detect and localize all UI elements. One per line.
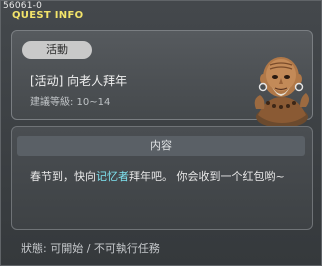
quest-summary-panel: 活動 [活动] 向老人拜年 建議等級: 10~14 [11, 30, 313, 128]
quest-content-panel: 内容 春节到，快向记忆者拜年吧。 你会收到一个红包哟~ [11, 126, 313, 230]
quest-status: 狀態: 可開始 / 不可執行任務 [21, 242, 160, 255]
quest-info-window: 56061-0 QUEST INFO 活動 [活动] 向老人拜年 建議等級: 1… [0, 0, 322, 266]
description-part: 拜年吧。 你会收到一个红包哟~ [129, 170, 285, 183]
quest-description: 春节到，快向记忆者拜年吧。 你会收到一个红包哟~ [30, 170, 306, 184]
quest-name: [活动] 向老人拜年 [30, 74, 128, 88]
quest-level-requirement: 建議等級: 10~14 [30, 97, 111, 108]
quest-category-badge: 活動 [22, 41, 92, 59]
old-monk-npc-icon [254, 57, 309, 128]
npc-name-highlight: 记忆者 [96, 170, 129, 183]
content-header: 内容 [17, 136, 305, 156]
description-part: 春节到，快向 [30, 170, 96, 183]
window-title: QUEST INFO [12, 10, 84, 21]
